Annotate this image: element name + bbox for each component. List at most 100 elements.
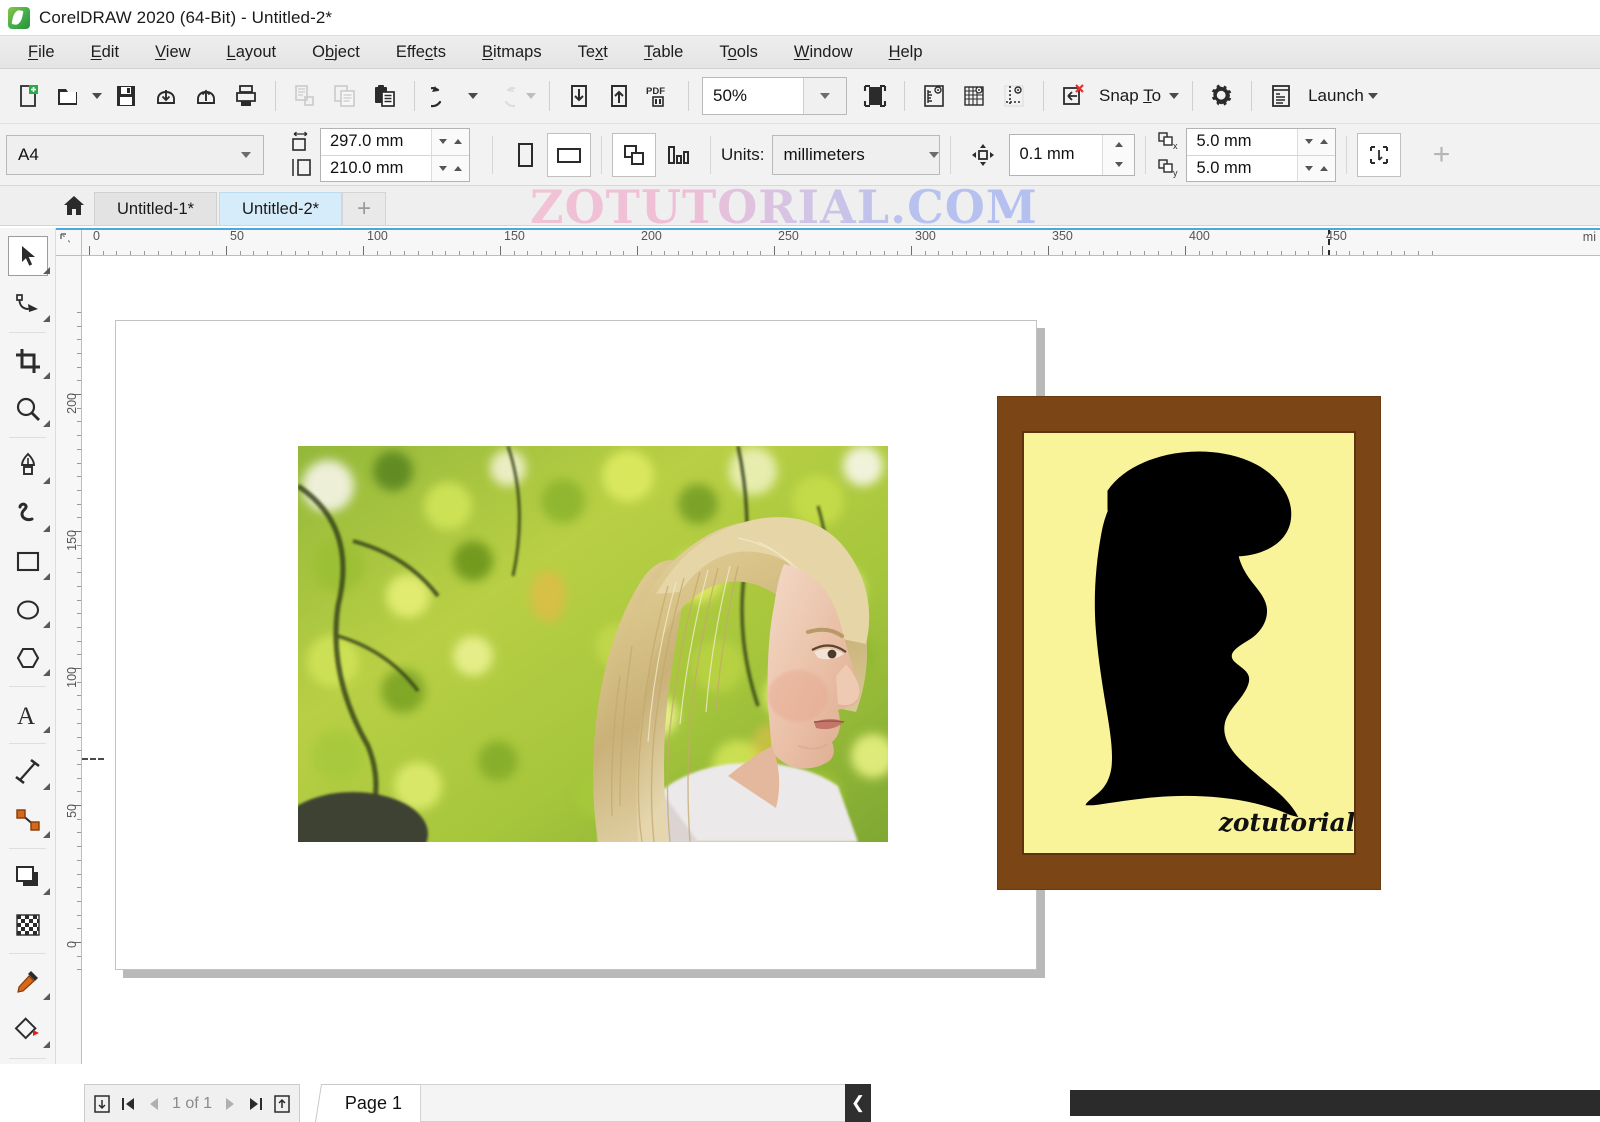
shape-tool[interactable] <box>0 280 56 328</box>
crop-tool-flyout-icon[interactable] <box>43 372 50 379</box>
menu-window[interactable]: Window <box>776 40 871 65</box>
page-width-input[interactable] <box>321 128 431 155</box>
page-width-spinner[interactable] <box>431 128 469 155</box>
zoom-level-chevron-down-icon[interactable] <box>803 78 846 114</box>
ellipse-tool-flyout-icon[interactable] <box>43 621 50 628</box>
portrait-orientation-button[interactable] <box>503 133 547 177</box>
straight-line-connector-tool[interactable] <box>0 796 56 844</box>
crop-tool[interactable] <box>0 337 56 385</box>
full-screen-preview-icon[interactable] <box>855 76 895 116</box>
new-document-icon[interactable] <box>8 76 48 116</box>
launch-label[interactable]: Launch <box>1301 86 1364 106</box>
export-arrow-up-icon[interactable] <box>599 76 639 116</box>
color-eyedropper-tool[interactable] <box>0 958 56 1006</box>
all-pages-button[interactable] <box>612 132 656 177</box>
polygon-tool-flyout-icon[interactable] <box>43 669 50 676</box>
units-chevron-down-icon[interactable] <box>929 151 940 158</box>
menu-table[interactable]: Table <box>626 40 701 65</box>
options-gear-icon[interactable] <box>1202 76 1242 116</box>
current-page-button[interactable] <box>656 133 700 177</box>
page-size-chevron-down-icon[interactable] <box>229 136 263 174</box>
vertical-ruler[interactable]: 0 50 100 150 200 <box>56 256 82 1064</box>
show-guidelines-icon[interactable] <box>994 76 1034 116</box>
docker-collapsed-bar[interactable] <box>1070 1090 1600 1116</box>
menu-effects[interactable]: Effects <box>378 40 464 65</box>
interactive-fill-tool[interactable] <box>0 1006 56 1054</box>
undo-icon[interactable] <box>424 76 464 116</box>
shape-tool-flyout-icon[interactable] <box>43 315 50 322</box>
zoom-tool-flyout-icon[interactable] <box>43 420 50 427</box>
ellipse-tool[interactable] <box>0 586 56 634</box>
open-recent-chevron-down-icon[interactable] <box>88 76 106 116</box>
duplicate-y-row[interactable] <box>1187 154 1336 181</box>
export-icon[interactable] <box>186 76 226 116</box>
duplicate-y-spinner[interactable] <box>1297 155 1336 181</box>
save-document-icon[interactable] <box>106 76 146 116</box>
last-page-icon[interactable] <box>269 1089 295 1119</box>
horizontal-ruler[interactable]: 0 50 100 150 200 250 300 350 400 450 mi <box>56 228 1600 256</box>
polygon-tool[interactable] <box>0 634 56 682</box>
parallel-dimension-tool-flyout-icon[interactable] <box>43 783 50 790</box>
snap-to-chevron-down-icon[interactable] <box>1165 76 1183 116</box>
parallel-dimension-tool[interactable] <box>0 748 56 796</box>
interactive-fill-tool-flyout-icon[interactable] <box>43 1041 50 1048</box>
drawing-canvas[interactable]: zotutorial.com <box>82 256 1600 1064</box>
horizontal-scrollbar[interactable] <box>420 1084 860 1122</box>
zoom-tool[interactable] <box>0 385 56 433</box>
drop-shadow-tool-flyout-icon[interactable] <box>43 888 50 895</box>
cut-icon[interactable] <box>285 76 325 116</box>
text-tool[interactable]: A <box>0 691 56 739</box>
show-rulers-icon[interactable] <box>914 76 954 116</box>
redo-history-chevron-down-icon[interactable] <box>522 76 540 116</box>
text-tool-flyout-icon[interactable] <box>43 726 50 733</box>
first-page-icon[interactable] <box>89 1089 115 1119</box>
paste-icon[interactable] <box>365 76 405 116</box>
menu-help[interactable]: Help <box>871 40 941 65</box>
page-1-tab[interactable]: Page 1 <box>314 1084 433 1122</box>
color-eyedropper-tool-flyout-icon[interactable] <box>43 993 50 1000</box>
open-document-icon[interactable] <box>48 76 88 116</box>
freehand-tool-flyout-icon[interactable] <box>43 477 50 484</box>
menu-layout[interactable]: Layout <box>209 40 295 65</box>
copy-icon[interactable] <box>325 76 365 116</box>
page-size-combo[interactable]: A4 <box>6 134 264 175</box>
artistic-media-tool-flyout-icon[interactable] <box>43 525 50 532</box>
rectangle-tool-flyout-icon[interactable] <box>43 573 50 580</box>
edit-bleed-icon[interactable] <box>1357 132 1402 177</box>
import-arrow-down-icon[interactable] <box>559 76 599 116</box>
zoom-level-input[interactable] <box>703 78 803 114</box>
nudge-offset-field[interactable] <box>1009 133 1136 176</box>
page-height-spinner[interactable] <box>431 155 469 181</box>
page-height-row[interactable] <box>321 154 469 181</box>
units-combo[interactable]: millimeters <box>772 134 941 175</box>
page-width-row[interactable] <box>321 128 469 155</box>
drop-shadow-tool[interactable] <box>0 853 56 901</box>
scroll-left-icon[interactable]: ❮ <box>845 1084 871 1122</box>
pick-tool-flyout-icon[interactable] <box>43 267 50 274</box>
ruler-origin-corner[interactable] <box>56 228 82 256</box>
launch-icon[interactable] <box>1261 76 1301 116</box>
go-to-first-icon[interactable] <box>115 1089 141 1119</box>
duplicate-x-input[interactable] <box>1187 128 1298 155</box>
go-to-last-icon[interactable] <box>243 1089 269 1119</box>
menu-file[interactable]: File <box>10 40 73 65</box>
menu-tools[interactable]: Tools <box>701 40 776 65</box>
straight-line-connector-tool-flyout-icon[interactable] <box>43 831 50 838</box>
redo-icon[interactable] <box>482 76 522 116</box>
landscape-orientation-button[interactable] <box>547 132 591 177</box>
add-property-button[interactable]: + <box>1419 133 1463 177</box>
photo-blonde-woman-profile[interactable] <box>298 446 888 842</box>
transparency-tool[interactable] <box>0 901 56 949</box>
freehand-tool[interactable] <box>0 442 56 490</box>
nudge-offset-input[interactable] <box>1010 134 1103 175</box>
menu-bitmaps[interactable]: Bitmaps <box>464 40 560 65</box>
clear-transform-icon[interactable] <box>1053 76 1093 116</box>
horizontal-guideline[interactable] <box>82 758 104 760</box>
tab-untitled-2[interactable]: Untitled-2* <box>219 192 343 225</box>
snap-to-label[interactable]: Snap To <box>1093 86 1165 106</box>
menu-view[interactable]: View <box>137 40 208 65</box>
duplicate-x-spinner[interactable] <box>1297 128 1336 155</box>
print-icon[interactable] <box>226 76 266 116</box>
tab-untitled-1[interactable]: Untitled-1* <box>94 192 218 225</box>
new-tab-button[interactable]: + <box>342 192 387 225</box>
